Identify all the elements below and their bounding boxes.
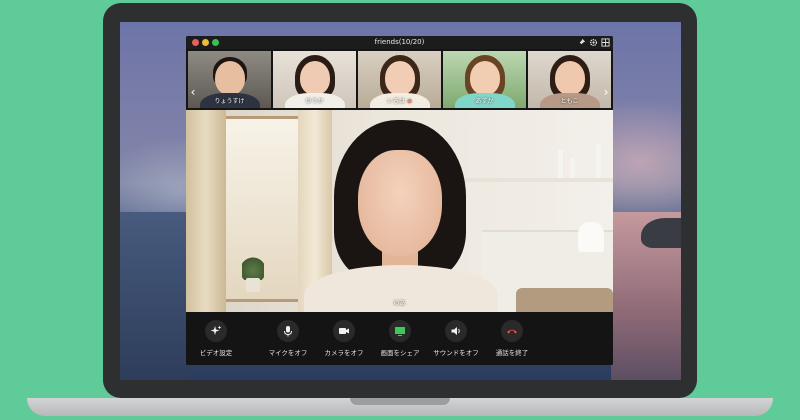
video-call-window: friends(10/20) りょうすけ ゆうか いろは ⊘ あすか ともこ ‹…	[186, 36, 613, 365]
mic-off-label: マイクをオフ	[268, 349, 308, 357]
participant-name: あすか	[475, 98, 494, 105]
window-title: friends(10/20)	[374, 38, 425, 46]
call-control-bar: ビデオ設定 マイクをオフ カメラをオフ 画面をシェア サウンドをオフ 通話を終了	[186, 312, 613, 365]
grid-layout-icon[interactable]	[601, 38, 610, 47]
participant-name: ゆうか	[305, 98, 324, 105]
curtain	[186, 110, 226, 312]
camera-icon	[339, 328, 349, 334]
candle	[596, 144, 601, 178]
gear-icon[interactable]	[589, 38, 598, 47]
mic-off-button[interactable]: マイクをオフ	[258, 320, 318, 357]
candle	[570, 158, 575, 178]
end-call-label: 通話を終了	[495, 349, 529, 357]
mic-muted-icon: ⊘	[406, 98, 412, 105]
share-screen-label: 画面をシェア	[380, 349, 420, 357]
camera-off-label: カメラをオフ	[324, 349, 364, 357]
main-speaker-name: のあ	[393, 300, 406, 307]
end-call-button[interactable]: 通話を終了	[482, 320, 542, 357]
participant-strip: りょうすけ ゆうか いろは ⊘ あすか ともこ ‹ ›	[186, 49, 613, 110]
camera-off-button[interactable]: カメラをオフ	[314, 320, 374, 357]
participant-name: いろは ⊘	[358, 96, 441, 105]
share-screen-button[interactable]: 画面をシェア	[370, 320, 430, 357]
microphone-icon	[284, 326, 292, 337]
sound-off-button[interactable]: サウンドをオフ	[426, 320, 486, 357]
title-bar: friends(10/20)	[186, 36, 613, 49]
laptop-notch	[350, 398, 450, 405]
sound-off-label: サウンドをオフ	[433, 349, 479, 357]
participant-tile[interactable]: りょうすけ	[188, 51, 271, 108]
lamp	[578, 222, 604, 252]
video-settings-label: ビデオ設定	[199, 349, 233, 357]
screen-share-icon	[395, 327, 405, 336]
participant-name-text: いろは	[387, 98, 406, 105]
main-speaker-video: のあ	[186, 110, 613, 312]
plant-pot	[246, 278, 260, 292]
participant-tile[interactable]: ゆうか	[273, 51, 356, 108]
video-settings-button[interactable]: ビデオ設定	[186, 320, 246, 357]
speaker-face	[358, 150, 442, 256]
candle	[558, 150, 563, 178]
participant-tile[interactable]: あすか	[443, 51, 526, 108]
pin-icon[interactable]	[577, 38, 586, 47]
participant-tile[interactable]: いろは ⊘	[358, 51, 441, 108]
wall-shelf	[456, 178, 613, 182]
participant-name: りょうすけ	[214, 98, 245, 105]
sparkle-icon	[210, 325, 222, 335]
plant	[242, 256, 264, 280]
speaker-icon	[451, 327, 460, 335]
end-call-icon	[507, 329, 517, 334]
